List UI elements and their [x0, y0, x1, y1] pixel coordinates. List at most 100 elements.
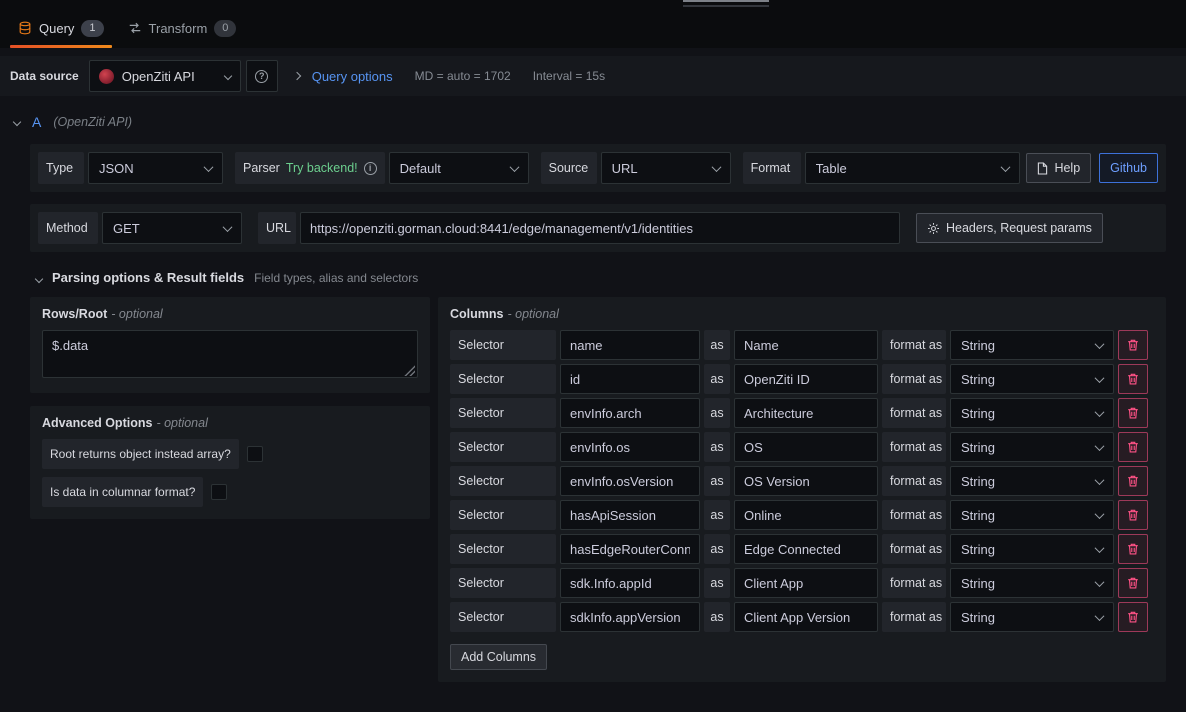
- datasource-label: Data source: [8, 69, 89, 83]
- type-label: Type: [38, 152, 84, 184]
- parser-select[interactable]: Default: [389, 152, 529, 184]
- columns-rows-list: Selector as format as String Selector as…: [450, 330, 1154, 632]
- source-select[interactable]: URL: [601, 152, 731, 184]
- column-format-select[interactable]: String: [950, 568, 1114, 598]
- delete-column-button[interactable]: [1118, 364, 1148, 394]
- alias-input[interactable]: [734, 534, 878, 564]
- url-label: URL: [258, 212, 296, 244]
- delete-column-button[interactable]: [1118, 534, 1148, 564]
- column-format-select[interactable]: String: [950, 330, 1114, 360]
- advanced-options-title: Advanced Options- optional: [42, 416, 418, 430]
- delete-column-button[interactable]: [1118, 398, 1148, 428]
- column-format-select[interactable]: String: [950, 602, 1114, 632]
- collapse-chevron-icon[interactable]: [13, 118, 21, 126]
- column-format-select[interactable]: String: [950, 398, 1114, 428]
- selector-input[interactable]: [560, 364, 700, 394]
- transform-icon: [128, 21, 142, 35]
- openziti-logo-icon: [99, 69, 114, 84]
- parsing-section-header[interactable]: Parsing options & Result fields Field ty…: [36, 270, 1166, 285]
- tab-query[interactable]: Query 1: [6, 8, 116, 48]
- query-options-link[interactable]: Query options: [312, 69, 393, 84]
- alias-input[interactable]: [734, 568, 878, 598]
- datasource-toolbar: Data source OpenZiti API ? Query options…: [0, 56, 1186, 96]
- rows-root-title-text: Rows/Root: [42, 307, 107, 321]
- rows-root-optional: - optional: [111, 307, 162, 321]
- alias-input[interactable]: [734, 602, 878, 632]
- selector-input[interactable]: [560, 330, 700, 360]
- advanced-optional: - optional: [156, 416, 207, 430]
- url-field: URL: [258, 212, 900, 244]
- parser-label-text: Parser: [243, 161, 280, 175]
- selector-input[interactable]: [560, 432, 700, 462]
- method-select-value: GET: [113, 221, 140, 236]
- column-format-value: String: [961, 576, 995, 591]
- advanced-option-row: Root returns object instead array?: [42, 439, 418, 469]
- url-input[interactable]: [300, 212, 900, 244]
- datasource-help-button[interactable]: ?: [246, 60, 278, 92]
- query-datasource-hint: (OpenZiti API): [53, 115, 132, 129]
- method-select[interactable]: GET: [102, 212, 242, 244]
- help-button[interactable]: Help: [1026, 153, 1091, 183]
- pane-splitter-handle[interactable]: [683, 0, 769, 7]
- format-label: Format: [743, 152, 801, 184]
- selector-input[interactable]: [560, 466, 700, 496]
- columns-title-text: Columns: [450, 307, 503, 321]
- type-field: Type JSON: [38, 152, 223, 184]
- column-row: Selector as format as String: [450, 364, 1154, 394]
- editor-row-request: Method GET URL Headers, Request params: [30, 204, 1166, 252]
- column-row: Selector as format as String: [450, 500, 1154, 530]
- delete-column-button[interactable]: [1118, 432, 1148, 462]
- collapse-chevron-icon[interactable]: [35, 275, 43, 283]
- delete-column-button[interactable]: [1118, 602, 1148, 632]
- datasource-picker[interactable]: OpenZiti API: [89, 60, 241, 92]
- datasource-value: OpenZiti API: [122, 69, 217, 84]
- root-returns-object-checkbox[interactable]: [247, 446, 263, 462]
- selector-input[interactable]: [560, 500, 700, 530]
- add-columns-button[interactable]: Add Columns: [450, 644, 547, 670]
- alias-input[interactable]: [734, 466, 878, 496]
- format-as-label: format as: [882, 432, 946, 462]
- headers-request-params-button[interactable]: Headers, Request params: [916, 213, 1103, 243]
- columnar-format-checkbox[interactable]: [211, 484, 227, 500]
- github-button-label: Github: [1110, 161, 1147, 175]
- column-format-select[interactable]: String: [950, 466, 1114, 496]
- alias-input[interactable]: [734, 500, 878, 530]
- delete-column-button[interactable]: [1118, 568, 1148, 598]
- document-icon: [1037, 162, 1048, 175]
- column-row: Selector as format as String: [450, 534, 1154, 564]
- chevron-down-icon: [223, 72, 231, 80]
- headers-button-label: Headers, Request params: [946, 221, 1092, 235]
- info-icon: i: [364, 162, 377, 175]
- selector-input[interactable]: [560, 602, 700, 632]
- type-select[interactable]: JSON: [88, 152, 223, 184]
- editor-row-options: Type JSON Parser Try backend! i Default …: [30, 144, 1166, 192]
- delete-column-button[interactable]: [1118, 466, 1148, 496]
- selector-input[interactable]: [560, 534, 700, 564]
- format-select[interactable]: Table: [805, 152, 1020, 184]
- column-row: Selector as format as String: [450, 568, 1154, 598]
- trash-icon: [1126, 508, 1140, 522]
- method-field: Method GET: [38, 212, 242, 244]
- selector-label: Selector: [450, 364, 556, 394]
- alias-input[interactable]: [734, 398, 878, 428]
- column-format-value: String: [961, 542, 995, 557]
- parsing-section-subtitle: Field types, alias and selectors: [254, 271, 418, 285]
- column-format-select[interactable]: String: [950, 534, 1114, 564]
- delete-column-button[interactable]: [1118, 330, 1148, 360]
- delete-column-button[interactable]: [1118, 500, 1148, 530]
- selector-label: Selector: [450, 602, 556, 632]
- alias-input[interactable]: [734, 330, 878, 360]
- alias-input[interactable]: [734, 364, 878, 394]
- method-label: Method: [38, 212, 98, 244]
- selector-input[interactable]: [560, 568, 700, 598]
- alias-input[interactable]: [734, 432, 878, 462]
- query-row-header[interactable]: A (OpenZiti API): [0, 96, 1186, 144]
- selector-input[interactable]: [560, 398, 700, 428]
- github-button[interactable]: Github: [1099, 153, 1158, 183]
- rows-root-input[interactable]: $.data: [42, 330, 418, 378]
- column-format-select[interactable]: String: [950, 432, 1114, 462]
- column-format-select[interactable]: String: [950, 500, 1114, 530]
- tab-transform[interactable]: Transform 0: [116, 8, 249, 48]
- format-as-label: format as: [882, 398, 946, 428]
- column-format-select[interactable]: String: [950, 364, 1114, 394]
